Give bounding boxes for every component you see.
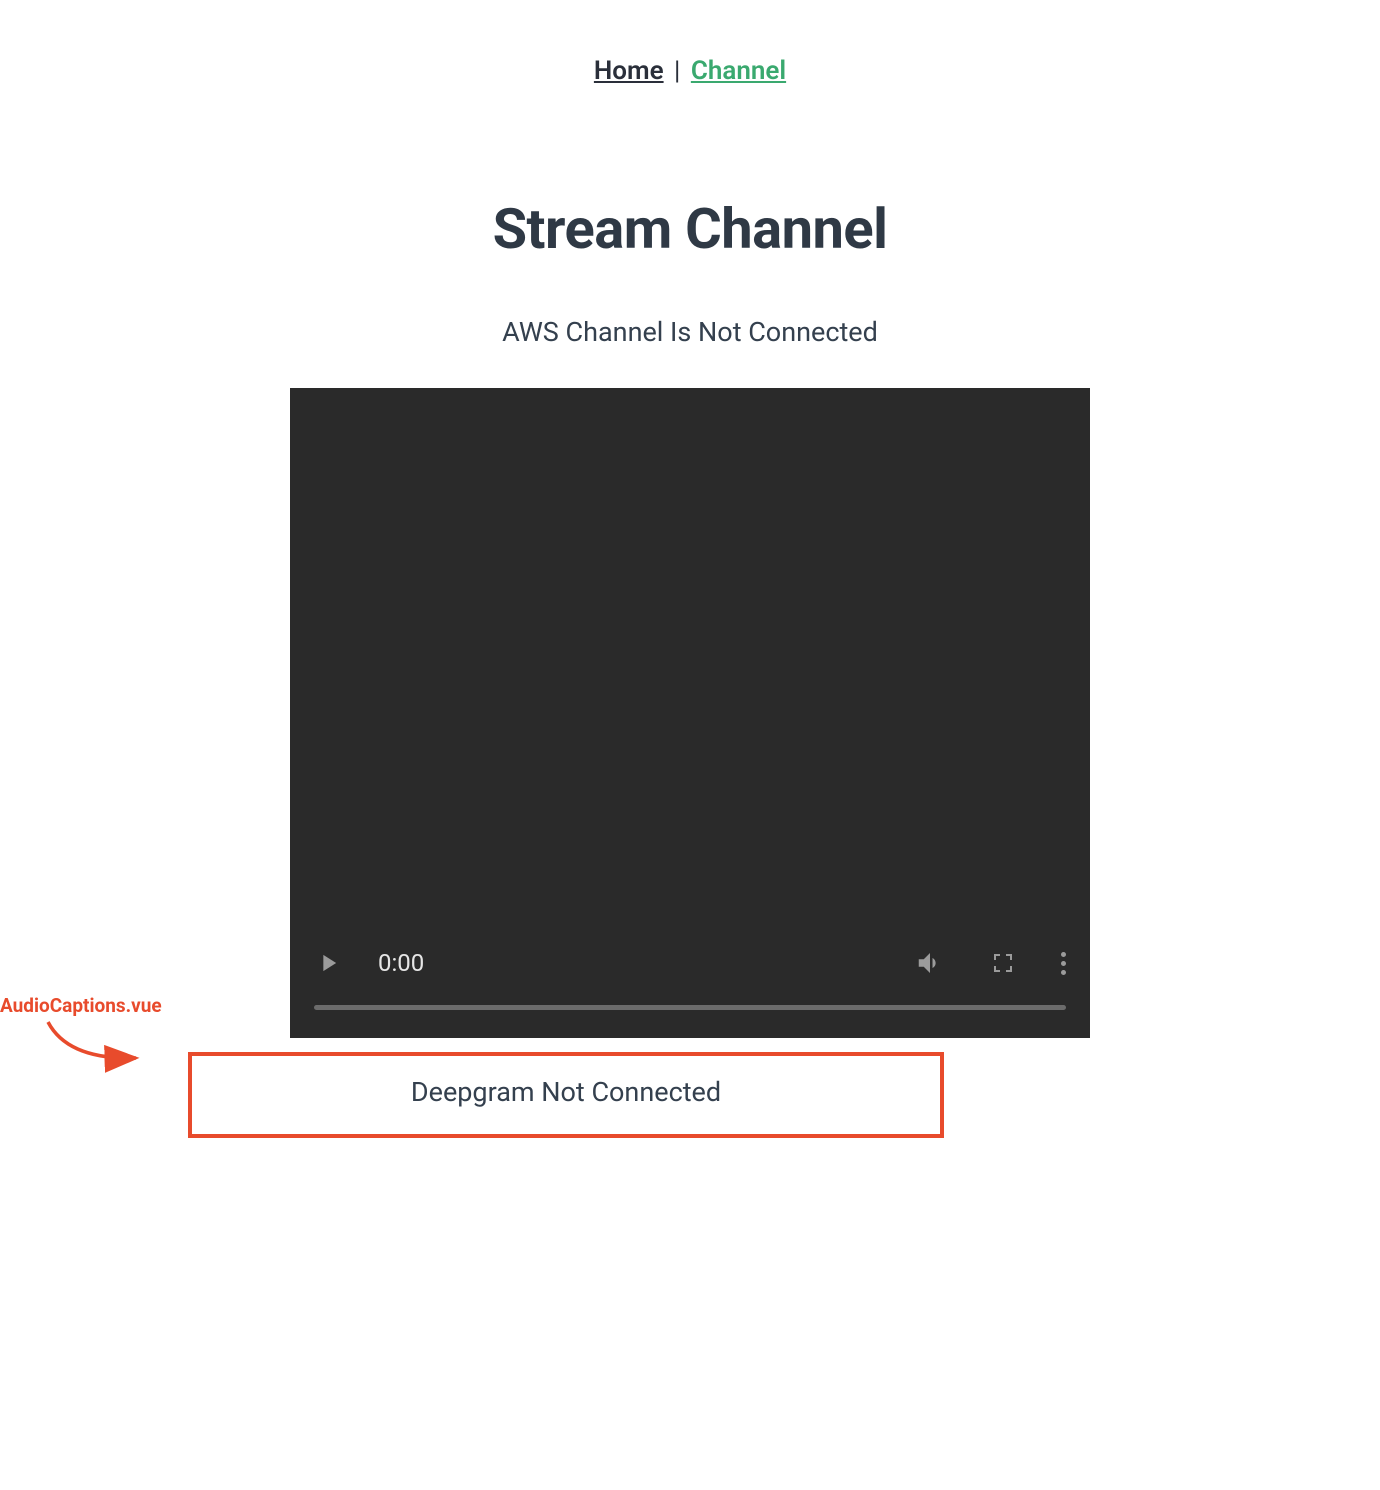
annotation-arrow-icon xyxy=(38,1016,148,1076)
video-player[interactable]: 0:00 xyxy=(290,388,1090,1038)
play-icon[interactable] xyxy=(314,949,342,977)
nav-channel-link[interactable]: Channel xyxy=(691,56,786,86)
fullscreen-icon[interactable] xyxy=(991,951,1015,975)
page-title: Stream Channel xyxy=(0,196,1380,262)
video-progress-bar[interactable] xyxy=(314,1005,1066,1010)
video-controls-bar: 0:00 xyxy=(290,935,1090,1005)
audio-captions-box: Deepgram Not Connected xyxy=(188,1052,944,1138)
nav-home-link[interactable]: Home xyxy=(594,56,664,86)
video-time: 0:00 xyxy=(378,949,424,977)
annotation-label: AudioCaptions.vue xyxy=(0,994,162,1017)
top-nav: Home | Channel xyxy=(0,0,1380,86)
aws-status-text: AWS Channel Is Not Connected xyxy=(0,316,1380,348)
more-options-icon[interactable] xyxy=(1061,952,1066,975)
nav-separator: | xyxy=(668,56,687,86)
volume-icon[interactable] xyxy=(915,948,945,978)
